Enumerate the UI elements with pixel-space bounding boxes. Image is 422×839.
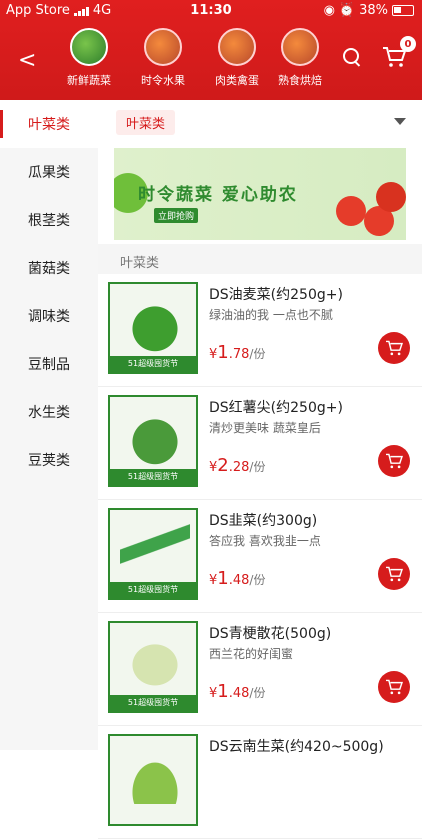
add-to-cart-button[interactable] <box>378 671 410 703</box>
tomato-decoration <box>336 196 366 226</box>
product-description: 答应我 喜欢我韭一点 <box>209 534 321 548</box>
add-to-cart-button[interactable] <box>378 445 410 477</box>
section-title: 叶菜类 <box>98 244 422 274</box>
promo-tag: 51超级囤货节 <box>110 356 196 372</box>
banner-buy-button[interactable]: 立即抢购 <box>154 208 199 223</box>
product-price: ¥2.28/份 <box>209 455 266 476</box>
deli-thumbnail <box>281 28 319 66</box>
product-image[interactable]: 51超级囤货节 <box>108 395 198 487</box>
product-price: ¥1.48/份 <box>209 568 266 589</box>
product-price: ¥1.48/份 <box>209 681 266 702</box>
category-tabs: 新鲜蔬菜 时令水果 肉类禽蛋 熟食烘焙 <box>52 28 326 88</box>
category-tab-meat-eggs[interactable]: 肉类禽蛋 <box>200 28 274 88</box>
product-description: 西兰花的好闺蜜 <box>209 647 294 661</box>
product-card[interactable]: 51超级囤货节 DS青梗散花(500g) 西兰花的好闺蜜 ¥1.48/份 <box>98 613 422 726</box>
vegetables-thumbnail <box>70 28 108 66</box>
product-panel: 叶菜类 时令蔬菜 爱心助农 立即抢购 叶菜类 51超级囤货节 DS油麦菜(约25… <box>98 100 422 839</box>
cart-icon <box>386 679 403 695</box>
sidebar-item-leafy[interactable]: 叶菜类 <box>0 100 98 148</box>
product-image[interactable] <box>108 734 198 826</box>
status-bar: App Store 4G 11:30 ◉ ⏰ 38% <box>0 0 422 22</box>
cart-button[interactable]: 0 <box>382 36 416 68</box>
sidebar-item-root[interactable]: 根茎类 <box>0 196 98 244</box>
top-header: App Store 4G 11:30 ◉ ⏰ 38% < 新鲜蔬菜 时令水果 肉… <box>0 0 422 100</box>
subcategory-sidebar: 叶菜类 瓜果类 根茎类 菌菇类 调味类 豆制品 水生类 豆荚类 <box>0 100 98 750</box>
cart-icon <box>386 340 403 356</box>
promo-tag: 51超级囤货节 <box>110 469 196 485</box>
promo-tag: 51超级囤货节 <box>110 695 196 711</box>
cart-icon <box>386 566 403 582</box>
chevron-down-icon[interactable] <box>394 118 406 125</box>
battery-icon <box>392 5 414 16</box>
product-name[interactable]: DS韭菜(约300g) <box>209 510 317 530</box>
promo-banner[interactable]: 时令蔬菜 爱心助农 立即抢购 <box>114 148 406 240</box>
cart-icon <box>386 453 403 469</box>
product-name[interactable]: DS云南生菜(约420~500g) <box>209 736 384 756</box>
product-price: ¥1.78/份 <box>209 342 266 363</box>
sidebar-item-legume[interactable]: 豆荚类 <box>0 436 98 484</box>
sidebar-item-seasoning[interactable]: 调味类 <box>0 292 98 340</box>
sidebar-item-melon[interactable]: 瓜果类 <box>0 148 98 196</box>
add-to-cart-button[interactable] <box>378 558 410 590</box>
meat-thumbnail <box>218 28 256 66</box>
sidebar-item-soy[interactable]: 豆制品 <box>0 340 98 388</box>
category-tab-deli-bakery[interactable]: 熟食烘焙 <box>274 28 326 88</box>
search-icon[interactable] <box>342 47 362 67</box>
product-list: 51超级囤货节 DS油麦菜(约250g+) 绿油油的我 一点也不腻 ¥1.78/… <box>98 274 422 839</box>
current-subcategory-chip[interactable]: 叶菜类 <box>116 110 176 135</box>
sidebar-item-mushroom[interactable]: 菌菇类 <box>0 244 98 292</box>
product-image[interactable]: 51超级囤货节 <box>108 282 198 374</box>
tomato-decoration <box>376 182 406 212</box>
product-description: 清炒更美味 蔬菜皇后 <box>209 421 321 435</box>
product-name[interactable]: DS青梗散花(500g) <box>209 623 331 643</box>
product-image[interactable]: 51超级囤货节 <box>108 621 198 713</box>
promo-tag: 51超级囤货节 <box>110 582 196 598</box>
banner-title: 时令蔬菜 爱心助农 <box>138 185 298 205</box>
product-name[interactable]: DS油麦菜(约250g+) <box>209 284 343 304</box>
alarm-icon: ⏰ <box>338 3 356 18</box>
cart-count-badge: 0 <box>400 36 416 52</box>
product-card[interactable]: DS云南生菜(约420~500g) <box>98 726 422 839</box>
category-tab-fruits[interactable]: 时令水果 <box>126 28 200 88</box>
product-description: 绿油油的我 一点也不腻 <box>209 308 333 322</box>
add-to-cart-button[interactable] <box>378 332 410 364</box>
product-name[interactable]: DS红薯尖(约250g+) <box>209 397 343 417</box>
product-card[interactable]: 51超级囤货节 DS红薯尖(约250g+) 清炒更美味 蔬菜皇后 ¥2.28/份 <box>98 387 422 500</box>
orientation-lock-icon: ◉ <box>323 3 335 18</box>
category-tab-vegetables[interactable]: 新鲜蔬菜 <box>52 28 126 88</box>
product-image[interactable]: 51超级囤货节 <box>108 508 198 600</box>
back-chevron-icon[interactable]: < <box>18 48 36 73</box>
sidebar-item-aquatic[interactable]: 水生类 <box>0 388 98 436</box>
product-card[interactable]: 51超级囤货节 DS韭菜(约300g) 答应我 喜欢我韭一点 ¥1.48/份 <box>98 500 422 613</box>
fruits-thumbnail <box>144 28 182 66</box>
battery-percent: 38% <box>359 3 388 18</box>
product-card[interactable]: 51超级囤货节 DS油麦菜(约250g+) 绿油油的我 一点也不腻 ¥1.78/… <box>98 274 422 387</box>
